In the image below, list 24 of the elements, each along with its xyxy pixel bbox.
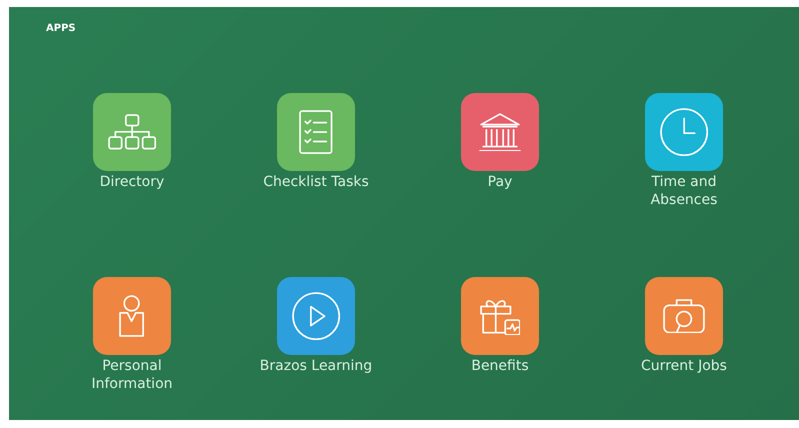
- app-label[interactable]: Time and Absences: [624, 173, 744, 209]
- app-tile[interactable]: [461, 93, 539, 171]
- app-tile[interactable]: [645, 93, 723, 171]
- app-tile[interactable]: [93, 277, 171, 355]
- app-tile[interactable]: [277, 277, 355, 355]
- app-label[interactable]: Brazos Learning: [256, 357, 376, 375]
- play-icon: [292, 292, 340, 340]
- app-tile[interactable]: [645, 277, 723, 355]
- clock-icon: [660, 108, 708, 156]
- app-tile[interactable]: [461, 277, 539, 355]
- app-label[interactable]: Personal Information: [72, 357, 192, 393]
- org-chart-icon: [108, 114, 156, 150]
- app-tile[interactable]: [277, 93, 355, 171]
- briefcase-icon: [663, 298, 705, 334]
- checklist-icon: [299, 110, 333, 154]
- app-tile[interactable]: [93, 93, 171, 171]
- app-label[interactable]: Current Jobs: [624, 357, 744, 375]
- app-label[interactable]: Pay: [440, 173, 560, 191]
- person-icon: [119, 295, 145, 337]
- app-label[interactable]: Directory: [72, 173, 192, 191]
- bank-icon: [479, 112, 521, 152]
- app-label[interactable]: Benefits: [440, 357, 560, 375]
- app-label[interactable]: Checklist Tasks: [256, 173, 376, 191]
- section-title: APPS: [46, 23, 77, 36]
